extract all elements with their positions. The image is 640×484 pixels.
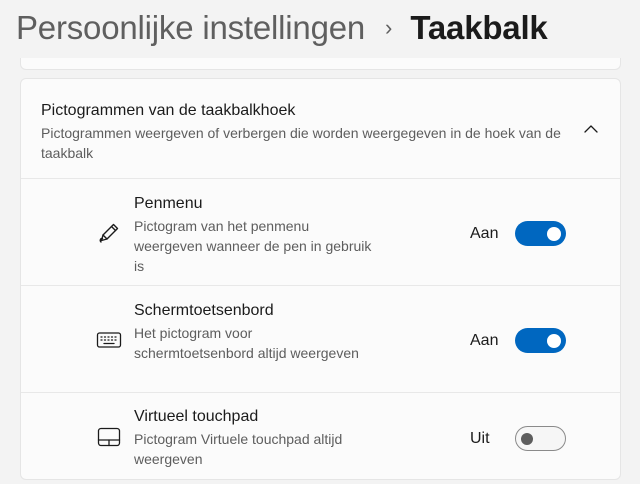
- toggle-knob: [521, 432, 533, 445]
- section-title: Pictogrammen van de taakbalkhoek: [41, 102, 296, 119]
- toggle-state-label: Uit: [470, 430, 490, 447]
- touch-keyboard-toggle[interactable]: [515, 328, 566, 353]
- setting-row-touch-keyboard: Schermtoetsenbord Het pictogram voor sch…: [21, 286, 620, 393]
- breadcrumb-separator-icon: ›: [385, 15, 393, 40]
- setting-title: Schermtoetsenbord: [134, 302, 274, 319]
- toggle-state-label: Aan: [470, 225, 499, 242]
- setting-description: Pictogram Virtuele touchpad altijd weerg…: [134, 431, 343, 467]
- virtual-touchpad-toggle[interactable]: [515, 426, 566, 451]
- touchpad-icon: [97, 427, 121, 447]
- setting-row-virtual-touchpad: Virtueel touchpad Pictogram Virtuele tou…: [21, 393, 620, 479]
- setting-row-pen-menu: Penmenu Pictogram van het penmenu weerge…: [21, 179, 620, 286]
- breadcrumb-parent[interactable]: Persoonlijke instellingen: [16, 9, 365, 47]
- page-title: Taakbalk: [410, 9, 548, 46]
- breadcrumb: Persoonlijke instellingen › Taakbalk: [16, 6, 548, 50]
- setting-title: Penmenu: [134, 195, 203, 212]
- previous-card-edge: [20, 58, 621, 70]
- keyboard-icon: [96, 332, 122, 348]
- chevron-up-icon[interactable]: [581, 119, 601, 139]
- toggle-state-label: Aan: [470, 332, 499, 349]
- setting-description: Pictogram van het penmenu weergeven wann…: [134, 218, 372, 274]
- setting-description: Het pictogram voor schermtoetsenbord alt…: [134, 325, 359, 361]
- pen-menu-toggle[interactable]: [515, 221, 566, 246]
- section-header[interactable]: Pictogrammen van de taakbalkhoek Pictogr…: [21, 79, 620, 179]
- setting-title: Virtueel touchpad: [134, 408, 259, 425]
- section-description: Pictogrammen weergeven of verbergen die …: [41, 125, 561, 161]
- taskbar-corner-icons-panel: Pictogrammen van de taakbalkhoek Pictogr…: [20, 78, 621, 480]
- toggle-knob: [547, 226, 561, 241]
- toggle-knob: [547, 333, 561, 348]
- pen-icon: [99, 223, 119, 243]
